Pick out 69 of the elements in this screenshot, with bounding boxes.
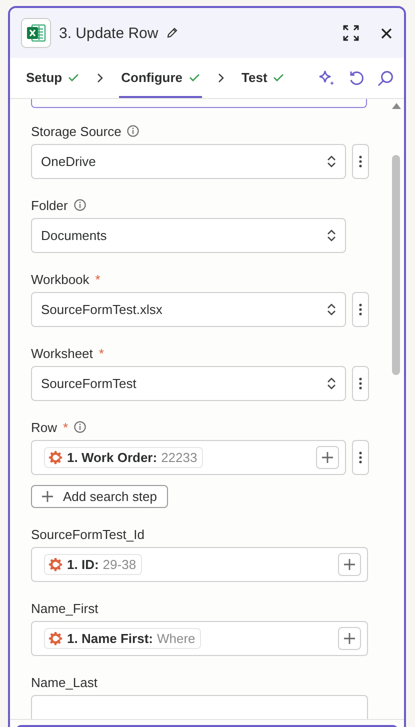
spreadsheet-app-icon [21, 18, 51, 48]
select-field[interactable]: Documents [31, 218, 346, 253]
undo-icon[interactable] [348, 70, 365, 86]
vertical-dots-icon [359, 155, 362, 168]
scroll-up-arrow-icon[interactable] [392, 103, 400, 109]
step-tab[interactable]: Setup [24, 58, 82, 98]
gear-icon [48, 450, 63, 465]
gear-icon [48, 631, 63, 646]
sparkle-icon[interactable] [318, 69, 336, 87]
vertical-dots-icon [359, 451, 362, 464]
insert-data-button[interactable] [338, 627, 361, 650]
insert-data-button[interactable] [316, 446, 339, 469]
plus-icon [344, 559, 355, 570]
mapped-field[interactable]: 1. ID: 29-38 [31, 547, 368, 582]
field-label: Storage Source [31, 124, 122, 138]
field-label: Row [31, 420, 58, 434]
up-down-caret-icon [327, 303, 336, 316]
mapped-field[interactable]: 1. Name First: Where [31, 621, 368, 656]
field-label: Name_Last [31, 674, 98, 690]
more-options-button[interactable] [352, 292, 369, 327]
chevron-right-icon [97, 73, 104, 83]
info-icon[interactable] [74, 199, 86, 211]
check-icon [68, 72, 80, 82]
data-pill[interactable]: 1. ID: 29-38 [44, 554, 142, 575]
gear-icon [48, 557, 63, 572]
check-icon [188, 72, 200, 82]
required-asterisk: * [95, 272, 100, 286]
more-options-button[interactable] [352, 440, 369, 475]
plus-icon [322, 452, 333, 463]
step-tab[interactable]: Test [240, 58, 286, 98]
field-label: Worksheet [31, 346, 93, 360]
mapped-field[interactable]: 1. Work Order: 22233 [31, 440, 346, 475]
field-label: Folder [31, 198, 68, 212]
info-icon[interactable] [127, 125, 140, 137]
select-value: SourceFormTest.xlsx [41, 302, 162, 317]
required-asterisk: * [63, 420, 68, 434]
data-pill[interactable]: 1. Name First: Where [44, 628, 202, 649]
field-label: SourceFormTest_Id [31, 526, 144, 542]
select-field[interactable]: SourceFormTest.xlsx [31, 292, 346, 327]
more-options-button[interactable] [352, 366, 369, 401]
required-asterisk: * [98, 346, 104, 360]
plus-icon [42, 491, 53, 502]
scrollbar-thumb[interactable] [392, 155, 400, 375]
vertical-dots-icon [359, 377, 362, 390]
select-field[interactable]: OneDrive [31, 144, 346, 179]
select-value: Documents [41, 228, 107, 243]
search-icon[interactable] [377, 70, 394, 86]
check-icon [273, 72, 284, 82]
vertical-dots-icon [359, 303, 362, 316]
up-down-caret-icon [327, 229, 336, 242]
select-value: OneDrive [41, 154, 96, 169]
chevron-right-icon [218, 73, 224, 83]
more-options-button[interactable] [352, 144, 369, 179]
add-search-step-button[interactable]: Add search step [31, 485, 168, 508]
field-label: Workbook [31, 272, 90, 286]
step-tab[interactable]: Configure [119, 58, 202, 98]
data-pill[interactable]: 1. Work Order: 22233 [44, 447, 204, 468]
select-field[interactable]: SourceFormTest [31, 366, 346, 401]
plus-icon [344, 633, 355, 644]
field-label: Name_First [31, 600, 98, 616]
expand-icon[interactable] [343, 25, 359, 41]
step-title: 3. Update Row [59, 24, 158, 42]
edit-pencil-icon[interactable] [166, 27, 178, 39]
close-icon[interactable] [381, 28, 392, 38]
up-down-caret-icon [327, 377, 336, 390]
select-value: SourceFormTest [41, 376, 136, 391]
up-down-caret-icon [327, 155, 336, 168]
info-icon[interactable] [74, 421, 86, 433]
insert-data-button[interactable] [338, 553, 361, 576]
